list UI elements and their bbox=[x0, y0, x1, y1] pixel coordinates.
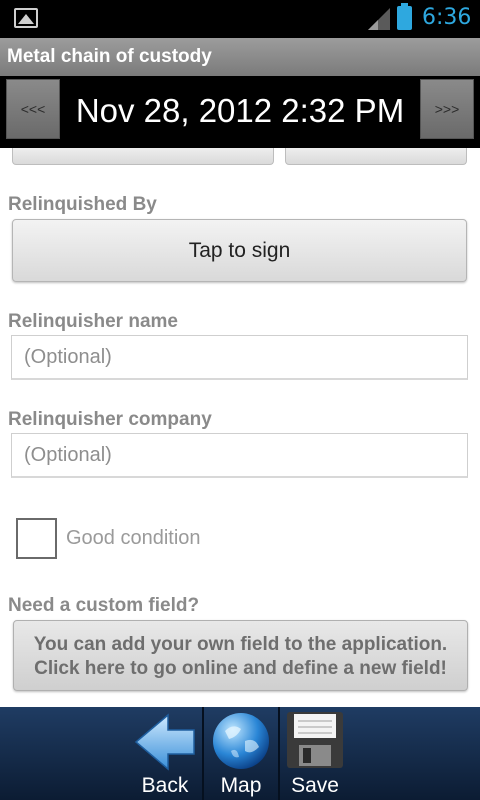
date-time-display[interactable]: Nov 28, 2012 2:32 PM bbox=[60, 92, 420, 130]
relinquisher-company-input[interactable] bbox=[12, 434, 467, 476]
globe-icon bbox=[213, 713, 269, 769]
scrolled-button-right[interactable] bbox=[285, 148, 467, 165]
add-custom-field-button[interactable]: You can add your own field to the applic… bbox=[13, 620, 468, 691]
relinquisher-company-label: Relinquisher company bbox=[8, 409, 212, 430]
back-label: Back bbox=[141, 774, 189, 797]
back-arrow-icon bbox=[134, 713, 195, 771]
custom-field-label: Need a custom field? bbox=[8, 595, 200, 616]
custom-field-button-line2: Click here to go online and define a new… bbox=[34, 658, 447, 679]
image-notification-icon bbox=[14, 8, 38, 28]
relinquisher-name-label: Relinquisher name bbox=[8, 311, 178, 332]
app-title-bar: Metal chain of custody bbox=[0, 38, 480, 76]
status-time: 6:36 bbox=[422, 5, 472, 30]
relinquished-by-label: Relinquished By bbox=[8, 194, 157, 215]
relinquisher-name-input[interactable] bbox=[12, 336, 467, 378]
map-label: Map bbox=[220, 774, 262, 797]
floppy-disk-icon bbox=[287, 712, 343, 768]
back-button[interactable]: Back bbox=[128, 707, 202, 800]
good-condition-label[interactable]: Good condition bbox=[66, 527, 201, 550]
signal-strength-icon bbox=[368, 8, 390, 30]
map-button[interactable]: Map bbox=[204, 707, 278, 800]
date-bar: <<< Nov 28, 2012 2:32 PM >>> bbox=[0, 76, 480, 148]
battery-icon bbox=[397, 3, 412, 30]
app-title: Metal chain of custody bbox=[7, 46, 212, 67]
next-date-button[interactable]: >>> bbox=[420, 79, 474, 139]
relinquisher-company-field[interactable] bbox=[11, 433, 468, 478]
tap-to-sign-button[interactable]: Tap to sign bbox=[12, 219, 467, 282]
previous-date-button[interactable]: <<< bbox=[6, 79, 60, 139]
save-label: Save bbox=[291, 774, 339, 797]
save-button[interactable]: Save bbox=[280, 707, 350, 800]
relinquisher-name-field[interactable] bbox=[11, 335, 468, 380]
scrolled-button-left[interactable] bbox=[12, 148, 274, 165]
bottom-toolbar: Back Map Save bbox=[0, 707, 480, 800]
good-condition-checkbox[interactable] bbox=[16, 518, 57, 559]
status-bar: 6:36 bbox=[0, 0, 480, 38]
custom-field-button-line1: You can add your own field to the applic… bbox=[33, 634, 448, 655]
